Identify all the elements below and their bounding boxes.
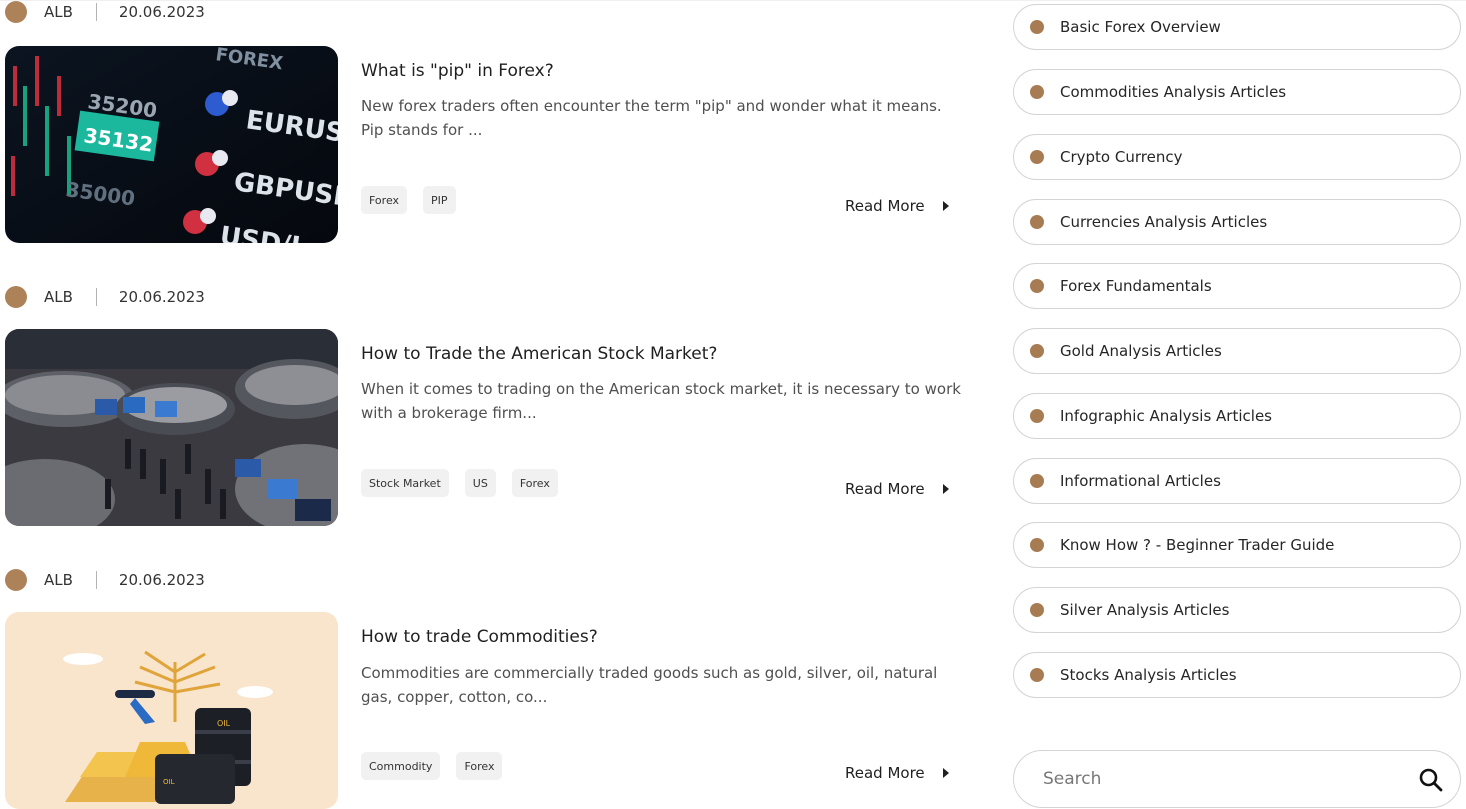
author-name: ALB — [44, 571, 73, 589]
category-stocks-analysis[interactable]: Stocks Analysis Articles — [1013, 652, 1461, 698]
article-title[interactable]: How to Trade the American Stock Market? — [361, 344, 717, 364]
author-name: ALB — [44, 288, 73, 306]
article-thumbnail-stock-exchange[interactable] — [5, 329, 338, 526]
svg-text:OIL: OIL — [163, 778, 175, 786]
category-commodities-analysis[interactable]: Commodities Analysis Articles — [1013, 69, 1461, 115]
bullet-icon — [1030, 85, 1044, 99]
bullet-icon — [1030, 215, 1044, 229]
article-excerpt: When it comes to trading on the American… — [361, 380, 961, 422]
meta-divider — [95, 3, 97, 21]
read-more-link[interactable]: Read More — [845, 197, 949, 215]
category-label: Currencies Analysis Articles — [1060, 213, 1268, 231]
category-gold-analysis[interactable]: Gold Analysis Articles — [1013, 328, 1461, 374]
read-more-label: Read More — [845, 480, 925, 498]
article-tags: Forex PIP — [361, 186, 456, 214]
svg-text:OIL: OIL — [217, 719, 231, 728]
stock-exchange-floor-photo-icon — [5, 329, 338, 526]
article-date: 20.06.2023 — [118, 571, 205, 589]
category-label: Gold Analysis Articles — [1060, 342, 1222, 360]
article-excerpt: Commodities are commercially traded good… — [361, 664, 938, 706]
read-more-label: Read More — [845, 197, 925, 215]
bullet-icon — [1030, 279, 1044, 293]
tag-forex[interactable]: Forex — [361, 186, 408, 214]
article-meta: ALB 20.06.2023 — [5, 0, 205, 27]
caret-right-icon — [942, 201, 949, 211]
bullet-icon — [1030, 344, 1044, 358]
category-label: Commodities Analysis Articles — [1060, 83, 1287, 101]
category-infographic-analysis[interactable]: Infographic Analysis Articles — [1013, 393, 1461, 439]
category-label: Infographic Analysis Articles — [1060, 407, 1272, 425]
category-label: Crypto Currency — [1060, 148, 1183, 166]
bullet-icon — [1030, 150, 1044, 164]
category-label: Stocks Analysis Articles — [1060, 666, 1237, 684]
tag-commodity[interactable]: Commodity — [361, 752, 441, 780]
tag-forex[interactable]: Forex — [456, 752, 503, 780]
article-excerpt: New forex traders often encounter the te… — [361, 97, 942, 139]
article-thumbnail-commodities[interactable]: OIL OIL — [5, 612, 338, 809]
category-label: Silver Analysis Articles — [1060, 601, 1230, 619]
top-divider — [0, 0, 1466, 1]
bullet-icon — [1030, 668, 1044, 682]
bullet-icon — [1030, 603, 1044, 617]
article-title[interactable]: How to trade Commodities? — [361, 627, 598, 647]
search-icon[interactable] — [1418, 767, 1444, 797]
article-meta: ALB 20.06.2023 — [5, 282, 205, 312]
article-thumbnail-forex[interactable]: 35200 35132 35000 FOREX EURUSD GBPUSD US… — [5, 46, 338, 243]
meta-divider — [95, 288, 97, 306]
forex-quotes-screen-icon: 35200 35132 35000 FOREX EURUSD GBPUSD US… — [5, 46, 338, 243]
category-currencies-analysis[interactable]: Currencies Analysis Articles — [1013, 199, 1461, 245]
tag-pip[interactable]: PIP — [423, 186, 456, 214]
category-know-how[interactable]: Know How ? - Beginner Trader Guide — [1013, 522, 1461, 568]
caret-right-icon — [942, 768, 949, 778]
bullet-icon — [1030, 409, 1044, 423]
tag-us[interactable]: US — [464, 469, 496, 497]
article-tags: Commodity Forex — [361, 752, 503, 780]
read-more-link[interactable]: Read More — [845, 764, 949, 782]
author-avatar — [5, 1, 27, 23]
article-date: 20.06.2023 — [118, 3, 205, 21]
tag-forex[interactable]: Forex — [511, 469, 558, 497]
article-title[interactable]: What is "pip" in Forex? — [361, 61, 554, 81]
bullet-icon — [1030, 538, 1044, 552]
tag-stock-market[interactable]: Stock Market — [361, 469, 449, 497]
category-basic-forex-overview[interactable]: Basic Forex Overview — [1013, 4, 1461, 50]
category-label: Informational Articles — [1060, 472, 1221, 490]
search-box — [1013, 750, 1461, 808]
caret-right-icon — [942, 484, 949, 494]
article-date: 20.06.2023 — [118, 288, 205, 306]
bullet-icon — [1030, 20, 1044, 34]
article-meta: ALB 20.06.2023 — [5, 565, 205, 595]
article-tags: Stock Market US Forex — [361, 469, 558, 497]
read-more-label: Read More — [845, 764, 925, 782]
category-informational-articles[interactable]: Informational Articles — [1013, 458, 1461, 504]
category-label: Forex Fundamentals — [1060, 277, 1212, 295]
category-label: Know How ? - Beginner Trader Guide — [1060, 536, 1335, 554]
category-label: Basic Forex Overview — [1060, 18, 1221, 36]
commodities-illustration-icon: OIL OIL — [5, 612, 338, 809]
meta-divider — [95, 571, 97, 589]
category-crypto-currency[interactable]: Crypto Currency — [1013, 134, 1461, 180]
author-avatar — [5, 569, 27, 591]
author-avatar — [5, 286, 27, 308]
category-forex-fundamentals[interactable]: Forex Fundamentals — [1013, 263, 1461, 309]
category-silver-analysis[interactable]: Silver Analysis Articles — [1013, 587, 1461, 633]
read-more-link[interactable]: Read More — [845, 480, 949, 498]
author-name: ALB — [44, 3, 73, 21]
bullet-icon — [1030, 474, 1044, 488]
search-input[interactable] — [1041, 765, 1405, 793]
